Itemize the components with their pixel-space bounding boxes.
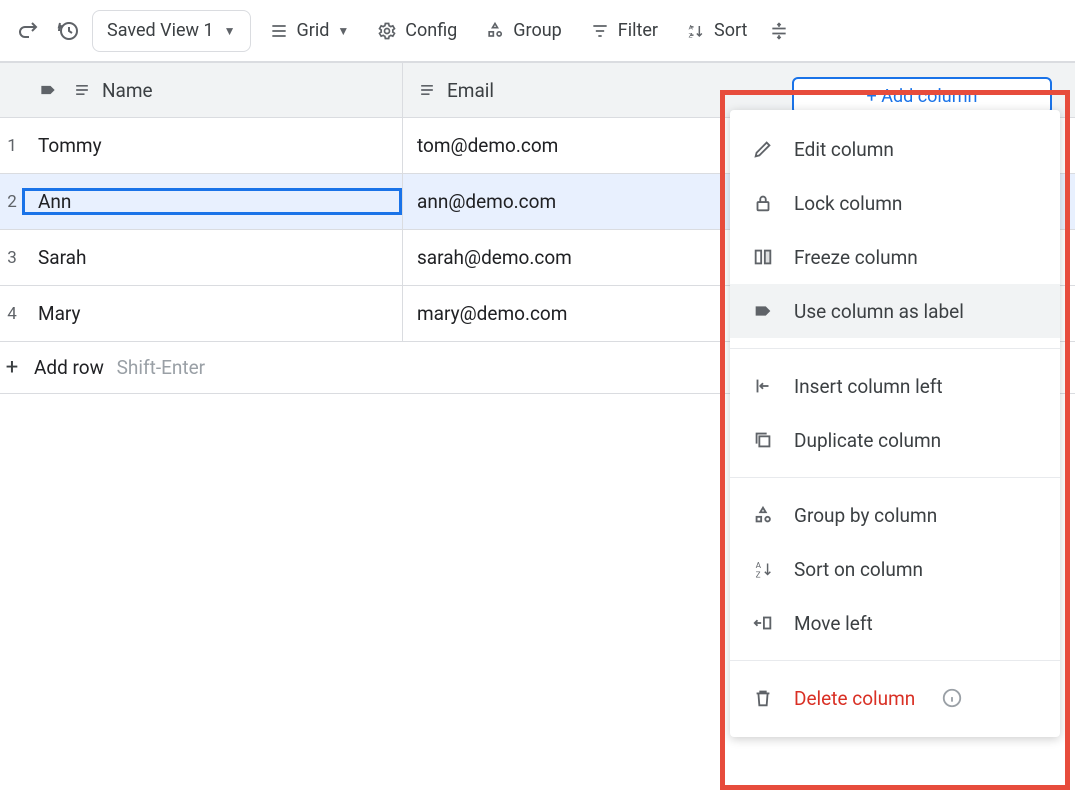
- cell-name-value: Ann: [38, 190, 71, 213]
- menu-sort-on[interactable]: AZ Sort on column: [730, 542, 1060, 596]
- chevron-down-icon: ▼: [337, 24, 349, 38]
- menu-delete-column[interactable]: Delete column: [730, 671, 1060, 725]
- column-header-email[interactable]: Email: [403, 79, 803, 102]
- label-icon: [38, 80, 58, 100]
- menu-label: Sort on column: [794, 558, 923, 581]
- menu-label: Delete column: [794, 687, 915, 710]
- row-height-button[interactable]: [765, 10, 793, 52]
- trash-icon: [752, 687, 774, 709]
- row-number: 2: [0, 192, 24, 212]
- menu-label: Use column as label: [794, 300, 964, 323]
- menu-label: Edit column: [794, 138, 894, 161]
- plus-icon: +: [0, 355, 24, 380]
- menu-move-left[interactable]: Move left: [730, 596, 1060, 650]
- cell-name[interactable]: Ann: [24, 190, 402, 213]
- column-name-label: Name: [102, 79, 153, 102]
- menu-separator: [730, 348, 1060, 349]
- sort-button[interactable]: AZ Sort: [676, 10, 757, 52]
- sort-icon: AZ: [686, 21, 706, 41]
- view-type-selector[interactable]: Grid ▼: [259, 10, 360, 52]
- insert-left-icon: [752, 375, 774, 397]
- menu-use-as-label[interactable]: Use column as label: [730, 284, 1060, 338]
- chevron-down-icon: ▼: [224, 24, 236, 38]
- row-number: 3: [0, 248, 24, 268]
- column-context-menu: Edit column Lock column Freeze column Us…: [730, 110, 1060, 737]
- filter-icon: [590, 21, 610, 41]
- menu-separator: [730, 477, 1060, 478]
- history-button[interactable]: [52, 15, 84, 47]
- menu-separator: [730, 660, 1060, 661]
- group-label: Group: [513, 20, 561, 41]
- menu-freeze-column[interactable]: Freeze column: [730, 230, 1060, 284]
- filter-button[interactable]: Filter: [580, 10, 668, 52]
- filter-label: Filter: [618, 20, 658, 41]
- view-type-label: Grid: [297, 20, 330, 41]
- sort-label: Sort: [714, 20, 747, 41]
- text-icon: [72, 80, 92, 100]
- group-icon: [752, 504, 774, 526]
- cell-name[interactable]: Tommy: [24, 134, 402, 157]
- svg-text:Z: Z: [689, 31, 693, 39]
- column-email-label: Email: [447, 79, 494, 102]
- info-icon: [941, 687, 963, 709]
- menu-insert-left[interactable]: Insert column left: [730, 359, 1060, 413]
- config-button[interactable]: Config: [367, 10, 467, 52]
- menu-label: Lock column: [794, 192, 902, 215]
- add-column-label: + Add column: [867, 86, 978, 107]
- redo-icon: [16, 19, 40, 43]
- freeze-icon: [752, 246, 774, 268]
- lock-icon: [752, 192, 774, 214]
- gear-icon: [377, 21, 397, 41]
- menu-label: Duplicate column: [794, 429, 941, 452]
- cell-name[interactable]: Mary: [24, 302, 402, 325]
- sort-icon: AZ: [752, 558, 774, 580]
- duplicate-icon: [752, 429, 774, 451]
- svg-text:A: A: [689, 23, 694, 31]
- pencil-icon: [752, 138, 774, 160]
- grid-icon: [269, 21, 289, 41]
- column-header-name[interactable]: Name: [24, 79, 402, 102]
- saved-view-label: Saved View 1: [107, 20, 214, 41]
- menu-duplicate[interactable]: Duplicate column: [730, 413, 1060, 467]
- menu-edit-column[interactable]: Edit column: [730, 122, 1060, 176]
- add-row-hint: Shift-Enter: [117, 356, 205, 379]
- row-number: 4: [0, 304, 24, 324]
- group-button[interactable]: Group: [475, 10, 571, 52]
- group-icon: [485, 21, 505, 41]
- saved-view-selector[interactable]: Saved View 1 ▼: [92, 10, 251, 52]
- label-icon: [752, 300, 774, 322]
- menu-label: Insert column left: [794, 375, 943, 398]
- cell-name[interactable]: Sarah: [24, 246, 402, 269]
- history-icon: [56, 19, 80, 43]
- svg-text:Z: Z: [756, 570, 761, 580]
- move-left-icon: [752, 612, 774, 634]
- redo-button[interactable]: [12, 15, 44, 47]
- config-label: Config: [405, 20, 457, 41]
- selection-indicator: [22, 188, 402, 215]
- menu-lock-column[interactable]: Lock column: [730, 176, 1060, 230]
- menu-group-by[interactable]: Group by column: [730, 488, 1060, 542]
- add-row-label: Add row: [34, 356, 104, 379]
- toolbar: Saved View 1 ▼ Grid ▼ Config Group Filte…: [0, 0, 1075, 62]
- row-height-icon: [769, 21, 789, 41]
- text-icon: [417, 80, 437, 100]
- menu-label: Freeze column: [794, 246, 918, 269]
- row-number: 1: [0, 136, 24, 156]
- menu-label: Group by column: [794, 504, 937, 527]
- menu-label: Move left: [794, 612, 873, 635]
